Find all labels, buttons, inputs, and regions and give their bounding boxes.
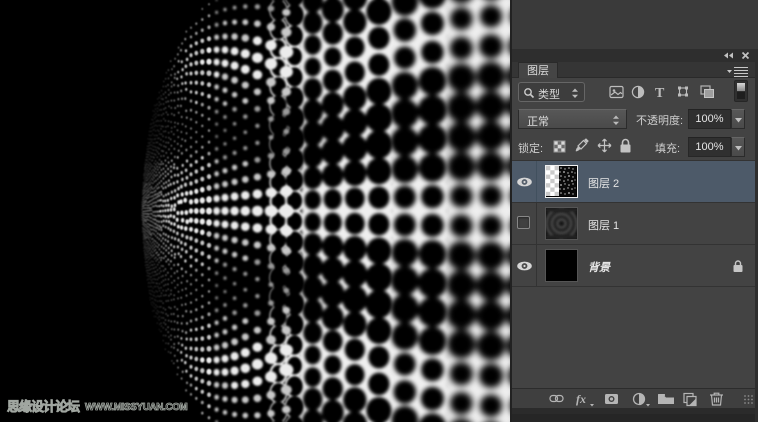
svg-text:fx: fx xyxy=(576,392,586,406)
svg-text:T: T xyxy=(655,86,665,100)
svg-text:WWW.MISSYUAN.COM: WWW.MISSYUAN.COM xyxy=(85,402,188,413)
svg-text:思缘设计论坛: 思缘设计论坛 xyxy=(7,399,80,414)
